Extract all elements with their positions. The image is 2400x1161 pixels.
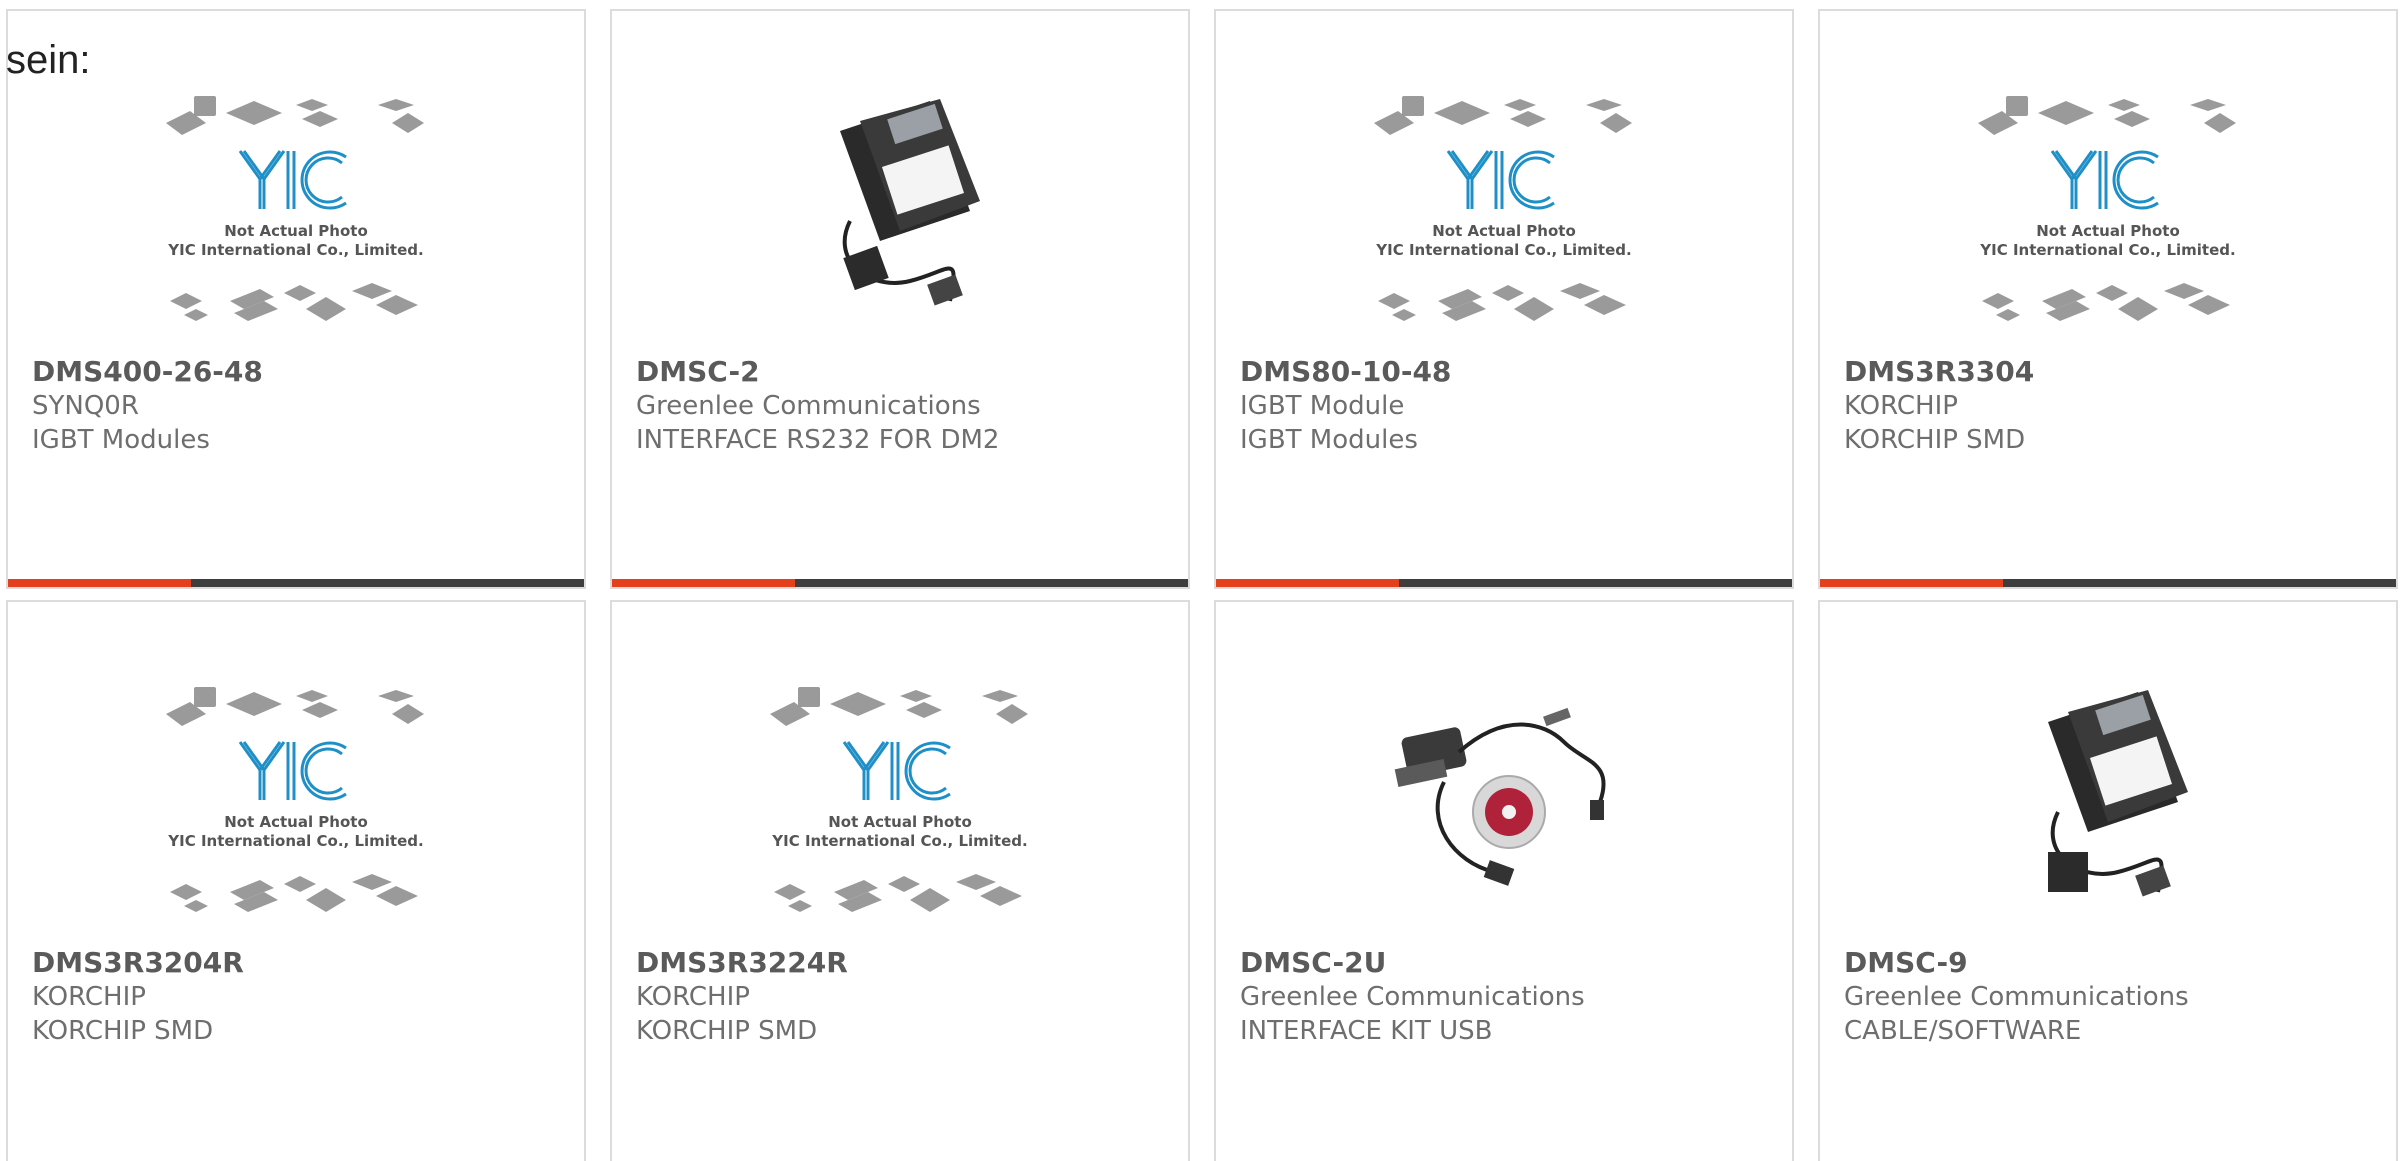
brand-label: KORCHIP <box>32 982 146 1012</box>
part-number-link[interactable]: DMS3R3204R <box>32 946 560 980</box>
brand-label: Greenlee Communications <box>1240 982 1585 1012</box>
yic-placeholder-icon: Not Actual Photo YIC International Co., … <box>8 682 584 942</box>
category-label: IGBT Modules <box>32 425 210 455</box>
part-number-link[interactable]: DMS80-10-48 <box>1240 355 1768 389</box>
svg-text:Not Actual Photo: Not Actual Photo <box>828 813 972 831</box>
part-number-link[interactable]: DMS3R3224R <box>636 946 1164 980</box>
floppy-cable-icon <box>1820 682 2396 942</box>
yic-placeholder-icon: Not Actual Photo YIC International Co., … <box>612 682 1188 942</box>
category-label: CABLE/SOFTWARE <box>1844 1016 2082 1046</box>
product-info: DMS400-26-48 SYNQ0R IGBT Modules <box>32 355 560 457</box>
category-label: INTERFACE RS232 FOR DM2 <box>636 425 1000 455</box>
product-card[interactable]: Not Actual Photo YIC International Co., … <box>1214 9 1794 589</box>
yic-placeholder-icon: Not Actual Photo YIC International Co., … <box>8 91 584 351</box>
product-grid-page: sein: Not Actual Photo YIC International… <box>0 0 2400 1161</box>
brand-label: SYNQ0R <box>32 391 139 421</box>
card-bottom-bar <box>8 579 584 587</box>
product-card[interactable]: Not Actual Photo YIC International Co., … <box>6 9 586 589</box>
brand-label: KORCHIP <box>636 982 750 1012</box>
brand-label: Greenlee Communications <box>1844 982 2189 1012</box>
card-bar-accent <box>1820 579 2003 587</box>
svg-text:YIC International Co., Limited: YIC International Co., Limited. <box>771 832 1027 850</box>
product-card[interactable]: Not Actual Photo YIC International Co., … <box>610 600 1190 1161</box>
part-number-link[interactable]: DMS400-26-48 <box>32 355 560 389</box>
category-label: KORCHIP SMD <box>636 1016 818 1046</box>
brand-label: IGBT Module <box>1240 391 1405 421</box>
product-info: DMSC-2 Greenlee Communications INTERFACE… <box>636 355 1164 457</box>
product-info: DMS3R3304 KORCHIP KORCHIP SMD <box>1844 355 2372 457</box>
page-label: sein: <box>6 38 91 82</box>
category-label: KORCHIP SMD <box>32 1016 214 1046</box>
card-bottom-bar <box>1820 579 2396 587</box>
product-info: DMS80-10-48 IGBT Module IGBT Modules <box>1240 355 1768 457</box>
svg-text:Not Actual Photo: Not Actual Photo <box>224 813 368 831</box>
product-card[interactable]: DMSC-9 Greenlee Communications CABLE/SOF… <box>1818 600 2398 1161</box>
card-bar-accent <box>612 579 795 587</box>
product-info: DMSC-9 Greenlee Communications CABLE/SOF… <box>1844 946 2372 1048</box>
part-number-link[interactable]: DMS3R3304 <box>1844 355 2372 389</box>
card-bar-accent <box>8 579 191 587</box>
floppy-cable-icon <box>612 91 1188 351</box>
brand-label: Greenlee Communications <box>636 391 981 421</box>
svg-text:Not Actual Photo: Not Actual Photo <box>2036 222 2180 240</box>
part-number-link[interactable]: DMSC-9 <box>1844 946 2372 980</box>
svg-text:YIC International Co., Limited: YIC International Co., Limited. <box>1375 241 1631 259</box>
product-card[interactable]: Not Actual Photo YIC International Co., … <box>1818 9 2398 589</box>
category-label: KORCHIP SMD <box>1844 425 2026 455</box>
product-info: DMSC-2U Greenlee Communications INTERFAC… <box>1240 946 1768 1048</box>
part-number-link[interactable]: DMSC-2U <box>1240 946 1768 980</box>
category-label: IGBT Modules <box>1240 425 1418 455</box>
usb-kit-icon <box>1216 682 1792 942</box>
product-card[interactable]: Not Actual Photo YIC International Co., … <box>6 600 586 1161</box>
card-bottom-bar <box>1216 579 1792 587</box>
svg-text:Not Actual Photo: Not Actual Photo <box>1432 222 1576 240</box>
yic-placeholder-icon: Not Actual Photo YIC International Co., … <box>1216 91 1792 351</box>
part-number-link[interactable]: DMSC-2 <box>636 355 1164 389</box>
yic-placeholder-icon: Not Actual Photo YIC International Co., … <box>1820 91 2396 351</box>
product-card[interactable]: DMSC-2 Greenlee Communications INTERFACE… <box>610 9 1190 589</box>
product-card[interactable]: DMSC-2U Greenlee Communications INTERFAC… <box>1214 600 1794 1161</box>
card-bar-accent <box>1216 579 1399 587</box>
svg-text:YIC International Co., Limited: YIC International Co., Limited. <box>167 241 423 259</box>
svg-text:Not Actual Photo: Not Actual Photo <box>224 222 368 240</box>
category-label: INTERFACE KIT USB <box>1240 1016 1493 1046</box>
product-info: DMS3R3204R KORCHIP KORCHIP SMD <box>32 946 560 1048</box>
card-bottom-bar <box>612 579 1188 587</box>
brand-label: KORCHIP <box>1844 391 1958 421</box>
product-info: DMS3R3224R KORCHIP KORCHIP SMD <box>636 946 1164 1048</box>
svg-text:YIC International Co., Limited: YIC International Co., Limited. <box>1979 241 2235 259</box>
svg-text:YIC International Co., Limited: YIC International Co., Limited. <box>167 832 423 850</box>
